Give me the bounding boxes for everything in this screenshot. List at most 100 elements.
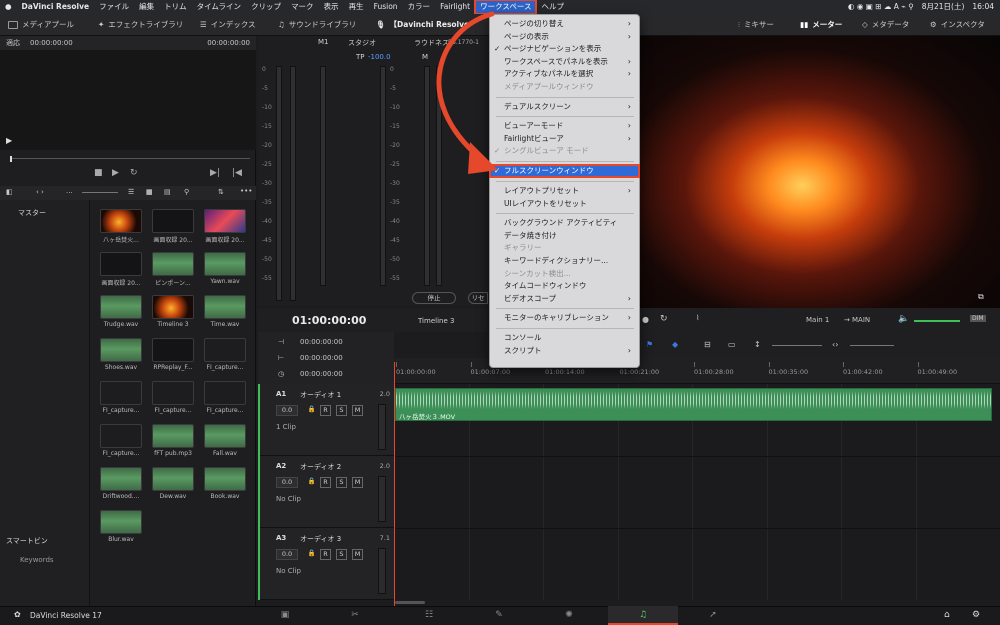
track-volume[interactable]: 0.0 [276,549,298,560]
marker-icon[interactable]: ◆ [672,340,678,349]
reset-button[interactable]: リセ [468,292,488,304]
media-clip[interactable]: 画面収録 20... [204,209,246,244]
menu-item[interactable]: スクリプト › [490,345,639,357]
media-clip[interactable]: FI_capture... [100,424,142,457]
bin-master[interactable]: マスター [18,208,46,218]
lock-icon[interactable]: 🔒 [306,405,317,416]
fullscreen-icon[interactable]: ⧉ [978,292,984,302]
media-clip[interactable]: Dew.wav [152,467,194,500]
page-edit-icon[interactable]: ☷ [394,606,464,625]
next-frame-icon[interactable]: |◀ [232,168,242,178]
audio-clip[interactable]: 八ヶ岳焚火３.MOV [395,388,992,421]
source-viewer[interactable] [0,50,256,150]
menu-clip[interactable]: クリップ [246,0,286,14]
menu-item[interactable]: コンソール [490,332,639,344]
track-volume[interactable]: 0.0 [276,477,298,488]
panel-toggle-icon[interactable]: ◧ [6,188,13,196]
track-volume[interactable]: 0.0 [276,405,298,416]
menu-item[interactable]: モニターのキャリブレーション › [490,312,639,324]
media-clip[interactable]: FI_capture... [100,381,142,414]
media-clip[interactable]: RPReplay_F... [152,338,194,371]
stop-button[interactable]: 停止 [412,292,456,304]
menu-item[interactable]: レイアウトプリセット › [490,185,639,197]
zoom-fit-icon[interactable]: ‹› [832,340,838,349]
menu-edit[interactable]: 編集 [134,0,159,14]
viewer-loop-icon[interactable]: ↻ [660,314,668,324]
solo-button[interactable]: S [336,549,347,560]
menu-item[interactable]: バックグラウンド アクティビティ [490,217,639,229]
track-header-a1[interactable]: A1 オーディオ 1 2.0 0.0 🔒 R S M 1 Clip [258,384,394,456]
metadata-view-icon[interactable]: ▤ [164,188,171,196]
metadata-button[interactable]: ◇ メタデータ [862,14,909,36]
record-arm-button[interactable]: R [320,405,331,416]
menu-help[interactable]: ヘルプ [536,0,569,14]
menu-trim[interactable]: トリム [159,0,192,14]
dim-button[interactable]: DIM [970,315,986,322]
track-header-a3[interactable]: A3 オーディオ 3 7.1 0.0 🔒 R S M No Clip [258,528,394,600]
record-arm-button[interactable]: R [320,477,331,488]
volume-slider[interactable] [914,320,960,322]
lock-icon[interactable]: 🔒 [306,477,317,488]
media-clip[interactable]: FI_capture... [204,338,246,371]
media-clip[interactable]: fFT pub.mp3 [152,424,194,457]
loop-icon[interactable]: ↻ [130,168,138,178]
zoom-track-2[interactable] [850,345,894,346]
track-header-a2[interactable]: A2 オーディオ 2 2.0 0.0 🔒 R S M No Clip [258,456,394,528]
menu-item[interactable]: ビデオスコープ › [490,293,639,305]
track-name[interactable]: オーディオ 1 [300,390,341,400]
zoom-track[interactable] [772,345,822,346]
media-clip[interactable]: Fall.wav [204,424,246,457]
grid-view-icon[interactable]: ▦ [146,188,153,196]
media-clip[interactable]: Book.wav [204,467,246,500]
solo-button[interactable]: S [336,477,347,488]
menu-playback[interactable]: 再生 [344,0,369,14]
lock-icon[interactable]: 🔒 [306,549,317,560]
meters-button[interactable]: ▮▮ メーター [800,14,842,36]
page-cut-icon[interactable]: ✂ [320,606,390,625]
mute-button[interactable]: M [352,477,363,488]
list-view-icon[interactable]: ☰ [128,188,134,196]
media-clip[interactable]: Timeline 3 [152,295,194,328]
timeline-ruler[interactable]: 01:00:00:00 01:00:07:00 01:00:14:00 01:00:2… [394,358,1000,384]
index-button[interactable]: ☰ インデックス [200,14,256,36]
source-scrubber[interactable] [10,158,250,159]
media-clip[interactable]: Time.wav [204,295,246,328]
main1-dropdown[interactable]: Main 1 [806,316,829,324]
mixer-button[interactable]: ⫶ ミキサー [738,14,774,36]
fit-dropdown[interactable]: 適応 [6,38,20,48]
speaker-icon[interactable]: 🔈 [898,314,909,324]
more-icon[interactable]: ... [66,187,73,195]
menu-view[interactable]: 表示 [319,0,344,14]
menu-item[interactable]: キーワードディクショナリー... [490,255,639,267]
clip-tool-icon[interactable]: ▭ [728,340,736,349]
page-fairlight-icon[interactable]: ♫ [608,606,678,625]
media-clip[interactable]: Shoes.wav [100,338,142,371]
zoom-slider[interactable] [82,192,118,193]
sound-library-button[interactable]: ♫ サウンドライブラリ [278,14,356,36]
program-viewer[interactable] [640,36,1000,308]
search-icon[interactable]: ⚲ [184,188,189,196]
smart-bin-keywords[interactable]: Keywords [20,556,54,564]
options-icon[interactable]: ••• [240,187,252,195]
track-name[interactable]: オーディオ 3 [300,534,341,544]
main-dropdown[interactable]: MAIN [852,316,870,324]
flag-icon[interactable]: ⚑ [646,340,653,349]
back-icon[interactable]: ‹ › [36,188,44,196]
track-name[interactable]: オーディオ 2 [300,462,341,472]
media-clip[interactable]: FI_capture... [204,381,246,414]
page-deliver-icon[interactable]: ➚ [678,606,748,625]
home-icon[interactable]: ⌂ [944,610,950,620]
record-icon[interactable]: ● [642,315,649,324]
timeline-scrollbar[interactable] [395,601,425,604]
record-arm-button[interactable]: R [320,549,331,560]
settings-icon[interactable]: ⚙ [972,610,980,620]
scrub-head[interactable] [10,156,12,162]
menu-fusion[interactable]: Fusion [369,0,403,14]
apple-icon[interactable]: ● [0,0,17,14]
link-icon[interactable]: ↕ [754,340,761,349]
node-icon[interactable]: ⌇ [696,314,699,322]
timeline-name-dropdown[interactable]: Timeline 3 [418,317,454,325]
media-pool-button[interactable]: メディアプール [8,14,74,36]
menu-item[interactable]: UIレイアウトをリセット [490,198,639,210]
mute-button[interactable]: M [352,405,363,416]
